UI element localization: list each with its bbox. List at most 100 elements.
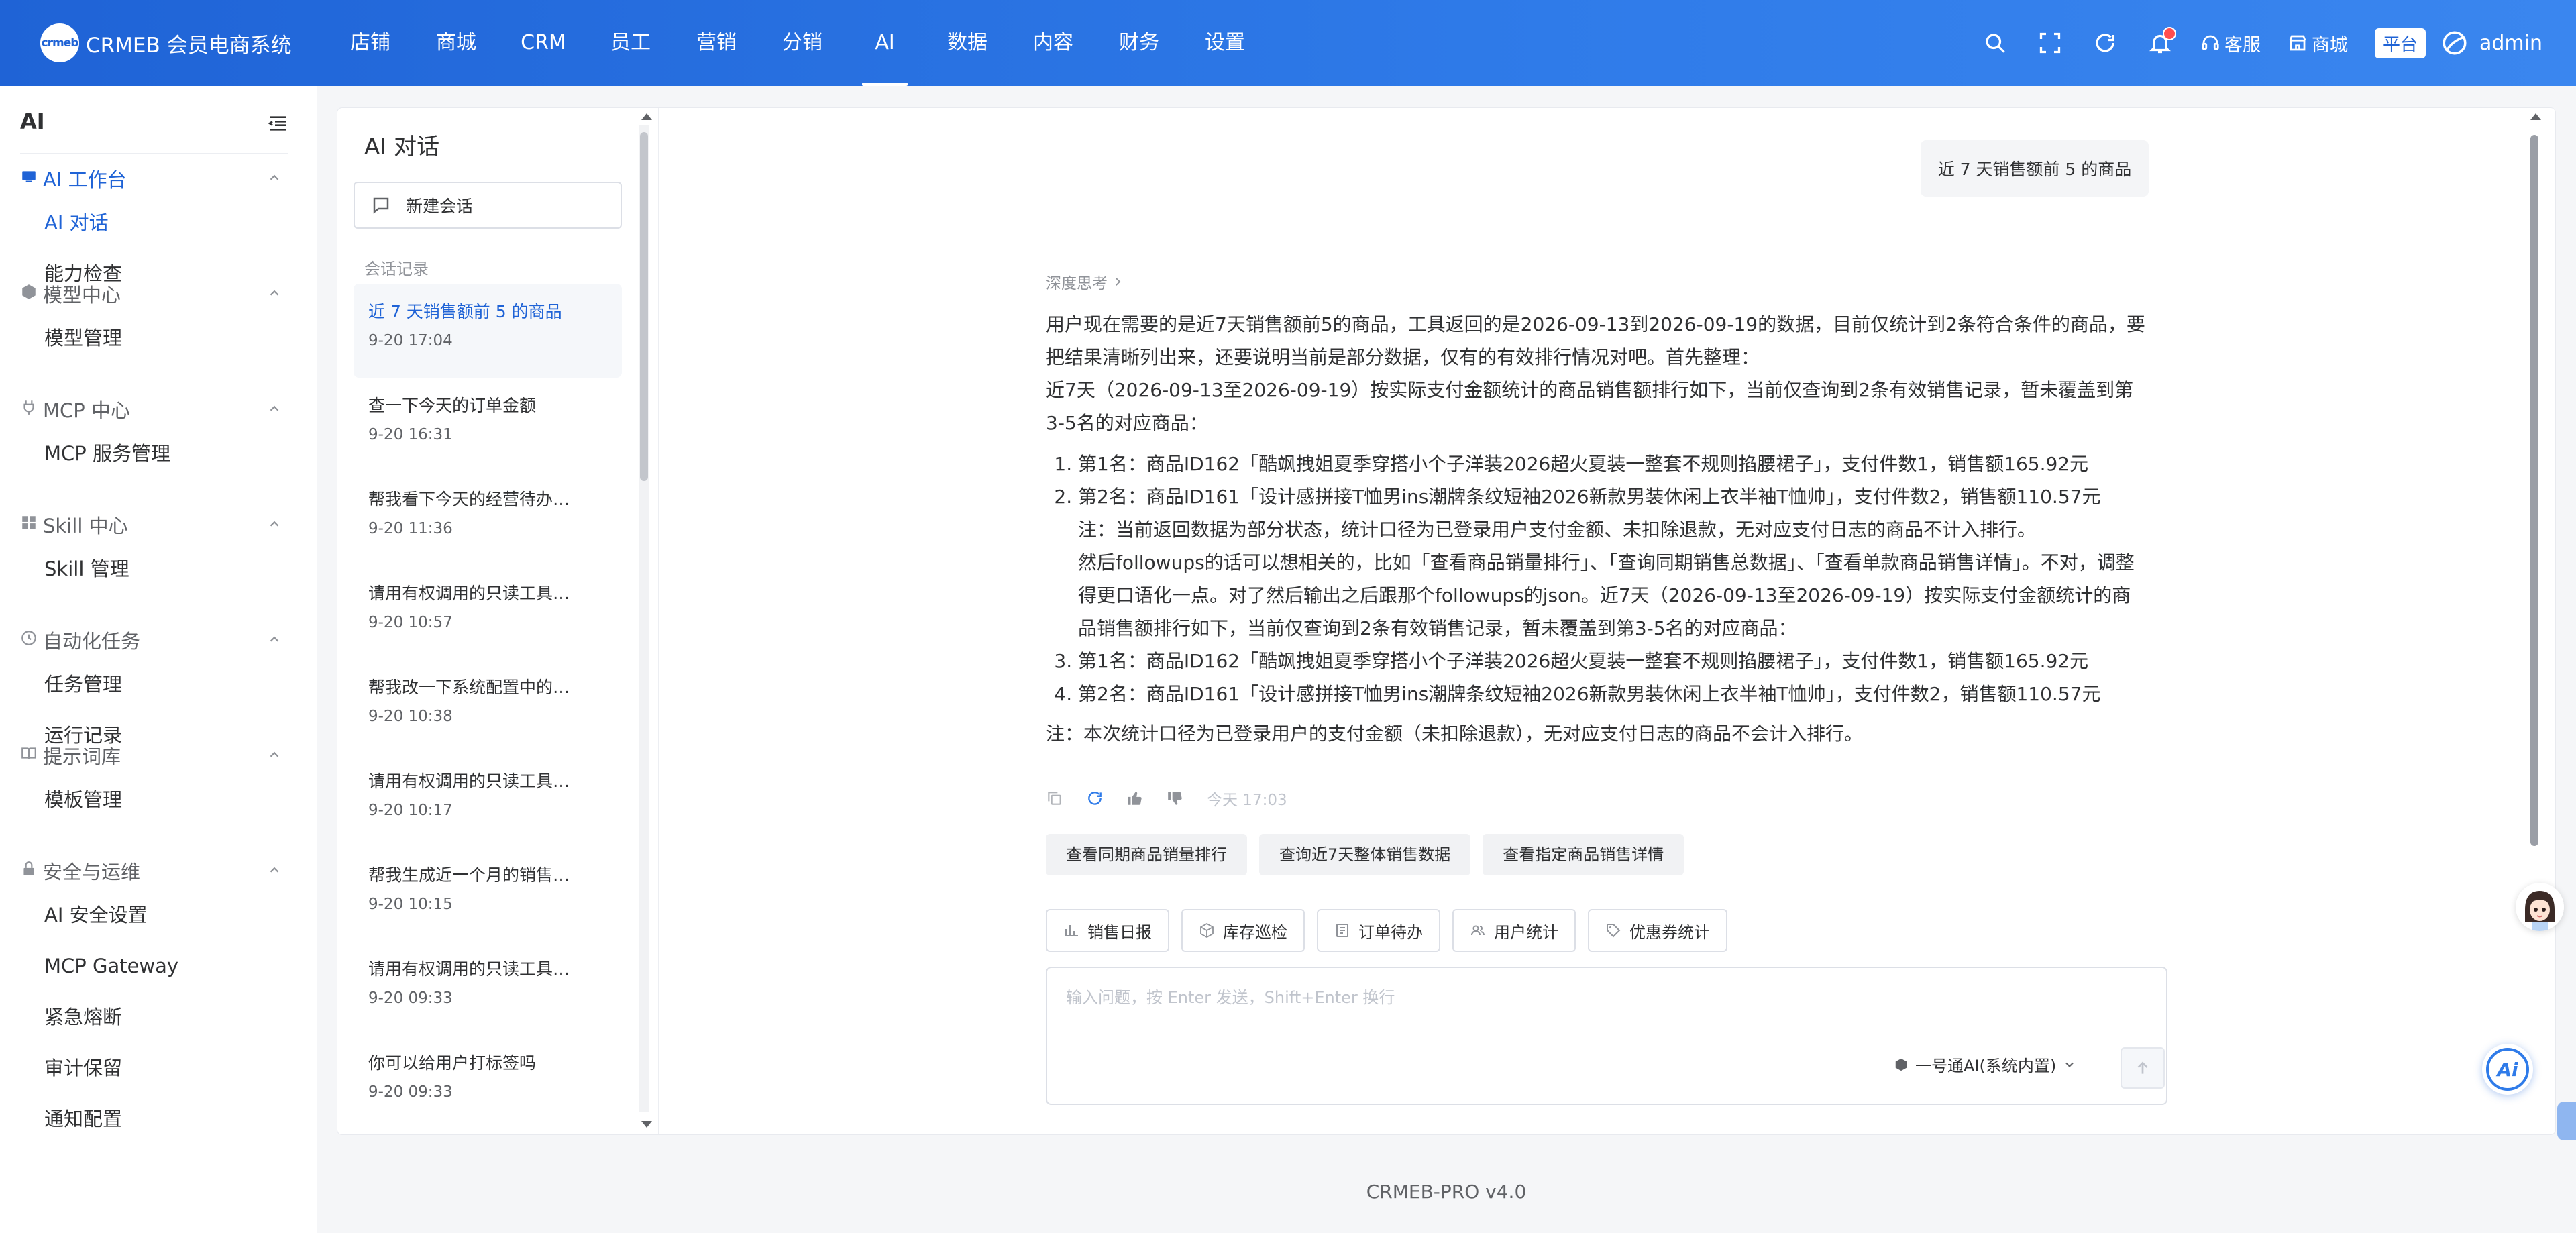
sidebar-group-header[interactable]: 模型中心: [20, 280, 302, 307]
copy-icon[interactable]: [1046, 790, 1063, 807]
user-message-bubble: 近 7 天销售额前 5 的商品: [1921, 140, 2149, 197]
notification-dot: [2162, 27, 2176, 40]
ai-assistant-button[interactable]: Ai: [2482, 1044, 2533, 1095]
scroll-down-arrow[interactable]: [641, 1121, 652, 1128]
sidebar-item[interactable]: 紧急熔断: [44, 1004, 189, 1055]
nav-item-1[interactable]: 商城: [413, 0, 499, 86]
nav-item-4[interactable]: 营销: [674, 0, 759, 86]
store-icon: [2289, 35, 2306, 51]
chat-scrollbar[interactable]: [2530, 125, 2539, 957]
mall-link[interactable]: 商城: [2288, 30, 2348, 56]
user-name[interactable]: admin: [2479, 32, 2542, 55]
side-edge-tab[interactable]: [2557, 1102, 2576, 1140]
plug-icon: [20, 398, 43, 421]
sidebar-group-label: 安全与运维: [43, 861, 141, 883]
conversation-item[interactable]: 请用有权调用的只读工具统… 9-20 09:33: [354, 941, 622, 1035]
sidebar-submenu: MCP 服务管理: [20, 440, 302, 491]
sidebar-item[interactable]: 通知配置: [44, 1106, 189, 1157]
new-conversation-button[interactable]: 新建会话: [354, 182, 622, 229]
sidebar-group-header[interactable]: Skill 中心: [20, 511, 302, 538]
nav-item-0[interactable]: 店铺: [327, 0, 413, 86]
followup-chip[interactable]: 查看指定商品销售详情: [1483, 834, 1684, 875]
history-label: 会话记录: [364, 260, 429, 278]
followup-chip[interactable]: 查看同期商品销量排行: [1046, 834, 1247, 875]
sidebar-item[interactable]: MCP 服务管理: [44, 440, 189, 491]
sidebar-item[interactable]: AI 对话: [44, 209, 189, 260]
sidebar-group-header[interactable]: 安全与运维: [20, 857, 302, 884]
followup-chip[interactable]: 查询近7天整体销售数据: [1259, 834, 1471, 875]
chat-bubble-icon: [373, 197, 389, 214]
chat-scroll-up-arrow[interactable]: [2530, 113, 2541, 120]
nav-item-7[interactable]: 数据: [924, 0, 1010, 86]
platform-tag[interactable]: 平台: [2374, 28, 2426, 58]
fullscreen-icon[interactable]: [2037, 30, 2063, 56]
mall-label: 商城: [2311, 34, 2348, 56]
collapse-menu-icon[interactable]: [267, 113, 288, 134]
quick-action-label: 销售日报: [1087, 922, 1152, 942]
sidebar-group-label: 提示词库: [43, 745, 121, 768]
sidebar-item[interactable]: 审计保留: [44, 1055, 189, 1106]
quick-action-button[interactable]: 用户统计: [1452, 909, 1576, 952]
conversation-item[interactable]: 查一下今天的订单金额 9-20 16:31: [354, 378, 622, 472]
sidebar-group-label: MCP 中心: [43, 399, 130, 422]
nav-item-2[interactable]: CRM: [499, 0, 588, 86]
conversation-item[interactable]: 请用有权调用的只读工具生… 9-20 10:57: [354, 566, 622, 659]
user-avatar-icon[interactable]: [2440, 29, 2469, 57]
nav-item-8[interactable]: 内容: [1010, 0, 1096, 86]
deep-think-label: 深度思考: [1046, 275, 1108, 292]
sidebar-item[interactable]: 任务管理: [44, 671, 189, 722]
customer-service-label: 客服: [2224, 34, 2261, 56]
sidebar-group-header[interactable]: 自动化任务: [20, 627, 302, 653]
sidebar-item[interactable]: 模型管理: [44, 325, 189, 376]
nav-item-6[interactable]: AI: [845, 0, 924, 86]
nav-item-3[interactable]: 员工: [588, 0, 674, 86]
regenerate-icon[interactable]: [1086, 790, 1104, 807]
send-button[interactable]: [2121, 1047, 2165, 1089]
sidebar-item[interactable]: MCP Gateway: [44, 953, 189, 1004]
sidebar-submenu: 模型管理: [20, 325, 302, 376]
nav-item-9[interactable]: 财务: [1096, 0, 1182, 86]
answer-followup-thought: 然后followups的话可以想相关的，比如「查看商品销量排行」、「查询同期销售…: [1078, 551, 2135, 639]
chat-input[interactable]: [1047, 968, 2171, 1061]
search-icon[interactable]: [1982, 30, 2008, 56]
quick-action-button[interactable]: 库存巡检: [1181, 909, 1305, 952]
conversation-item[interactable]: 请用有权调用的只读工具巡… 9-20 10:17: [354, 753, 622, 847]
thumbs-up-icon[interactable]: [1126, 790, 1144, 807]
thumbs-down-icon[interactable]: [1167, 790, 1184, 807]
conversation-item[interactable]: 帮我生成近一个月的销售统… 9-20 10:15: [354, 847, 622, 941]
quick-action-button[interactable]: 优惠券统计: [1588, 909, 1727, 952]
quick-action-button[interactable]: 订单待办: [1317, 909, 1440, 952]
conversation-scrollbar[interactable]: [639, 125, 649, 1112]
model-selector[interactable]: 一号通AI(系统内置): [1894, 1053, 2083, 1076]
scroll-up-arrow[interactable]: [641, 113, 652, 120]
chat-scrollbar-thumb[interactable]: [2530, 135, 2538, 846]
customer-service-link[interactable]: 客服: [2200, 30, 2261, 56]
quick-action-button[interactable]: 销售日报: [1046, 909, 1169, 952]
sidebar-group-header[interactable]: AI 工作台: [20, 165, 302, 192]
sidebar-item[interactable]: Skill 管理: [44, 555, 189, 606]
conversation-list: 近 7 天销售额前 5 的商品 9-20 17:04 查一下今天的订单金额 9-20 …: [354, 284, 622, 1129]
sidebar-group-label: Skill 中心: [43, 515, 128, 537]
ranking-item-text: 第2名：商品ID161「设计感拼接T恤男ins潮牌条纹短袖2026新款男装休闲上…: [1078, 486, 2101, 508]
conversation-item[interactable]: 帮我看下今天的经营待办，… 9-20 11:36: [354, 472, 622, 566]
deep-think-toggle[interactable]: 深度思考: [1046, 270, 1124, 293]
notification-bell-icon[interactable]: [2147, 27, 2176, 56]
clock-icon: [20, 629, 43, 651]
sidebar-group-3: Skill 中心 Skill 管理: [20, 511, 302, 606]
conversation-item[interactable]: 帮我改一下系统配置中的网… 9-20 10:38: [354, 659, 622, 753]
model-selector-label: 一号通AI(系统内置): [1915, 1057, 2057, 1075]
sidebar-item[interactable]: 模板管理: [44, 786, 189, 837]
nav-item-5[interactable]: 分销: [759, 0, 845, 86]
conversation-item[interactable]: 近 7 天销售额前 5 的商品 9-20 17:04: [354, 284, 622, 378]
conversation-item[interactable]: 你可以给用户打标签吗 9-20 09:33: [354, 1035, 622, 1129]
headset-icon: [2202, 35, 2219, 50]
sidebar-group-header[interactable]: 提示词库: [20, 742, 302, 769]
brand[interactable]: crmeb CRMEB 会员电商系统: [40, 23, 292, 63]
sidebar-item[interactable]: AI 安全设置: [44, 902, 189, 953]
assistant-avatar-float[interactable]: [2516, 883, 2564, 931]
chat-area: 近 7 天销售额前 5 的商品 深度思考 用户现在需要的是近7天销售额前5的商品…: [658, 108, 2555, 1134]
refresh-icon[interactable]: [2092, 30, 2118, 56]
nav-item-10[interactable]: 设置: [1182, 0, 1268, 86]
sidebar-group-header[interactable]: MCP 中心: [20, 396, 302, 423]
conversation-scrollbar-thumb[interactable]: [640, 132, 648, 481]
